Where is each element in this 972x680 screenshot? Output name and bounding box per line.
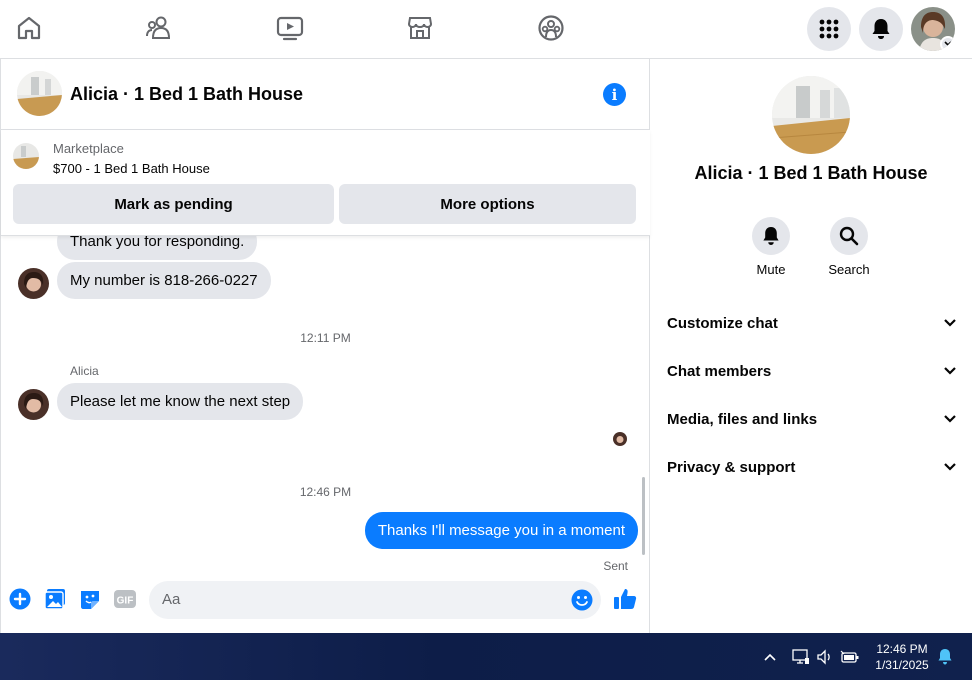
emoji-icon[interactable] xyxy=(570,588,594,612)
chevron-up-icon[interactable] xyxy=(761,648,779,666)
section-label: Customize chat xyxy=(667,314,778,332)
chevron-down-icon xyxy=(944,415,956,423)
volume-icon[interactable] xyxy=(816,648,834,666)
chat-members-row[interactable]: Chat members xyxy=(667,359,957,383)
chevron-down-icon xyxy=(944,463,956,471)
photo-icon[interactable] xyxy=(43,587,67,611)
mute-bell-icon[interactable] xyxy=(752,217,790,255)
listing-photo[interactable] xyxy=(17,71,62,116)
customize-chat-row[interactable]: Customize chat xyxy=(667,311,957,335)
seen-receipt-avatar xyxy=(613,432,627,446)
message-bubble-incoming[interactable]: My number is 818-266-0227 xyxy=(57,262,271,299)
message-input[interactable]: Aa xyxy=(149,581,601,619)
search-label: Search xyxy=(828,262,870,277)
chat-name: Alicia · 1 Bed 1 Bath House xyxy=(694,163,928,183)
listing-thumbnail[interactable] xyxy=(13,143,39,169)
message-timestamp: 12:11 PM xyxy=(300,331,351,345)
alicia-avatar[interactable] xyxy=(18,268,49,299)
battery-icon[interactable] xyxy=(840,648,860,666)
search-action[interactable]: Search xyxy=(819,217,879,277)
sent-status: Sent xyxy=(603,559,628,573)
chat-info-panel: Alicia · 1 Bed 1 Bath House Mute Search … xyxy=(650,59,972,633)
friends-icon[interactable] xyxy=(143,12,175,44)
gif-icon[interactable]: GIF xyxy=(113,587,137,611)
more-options-button[interactable]: More options xyxy=(339,184,636,224)
clock-time: 12:46 PM xyxy=(876,642,928,656)
section-label: Media, files and links xyxy=(667,410,818,428)
privacy-support-row[interactable]: Privacy & support xyxy=(667,455,957,479)
message-list: Thank you for responding. My number is 8… xyxy=(1,236,650,575)
marketplace-icon[interactable] xyxy=(404,12,436,44)
message-scrollbar[interactable] xyxy=(642,477,645,555)
profile-avatar[interactable] xyxy=(911,7,955,51)
home-icon[interactable] xyxy=(13,12,45,44)
system-clock[interactable]: 12:46 PM 1/31/2025 xyxy=(866,641,938,673)
alicia-avatar[interactable] xyxy=(18,389,49,420)
watch-icon[interactable] xyxy=(274,12,306,44)
listing-photo-large[interactable] xyxy=(772,76,850,154)
windows-taskbar: 12:46 PM 1/31/2025 xyxy=(0,633,972,680)
add-plus-icon[interactable] xyxy=(8,587,32,611)
svg-text:GIF: GIF xyxy=(117,596,134,607)
chat-header: Alicia · 1 Bed 1 Bath House i xyxy=(1,59,650,130)
message-bubble-incoming[interactable]: Thank you for responding. xyxy=(57,236,258,260)
notification-center-icon[interactable] xyxy=(936,648,954,666)
marketplace-label: Marketplace xyxy=(53,141,124,156)
network-icon[interactable] xyxy=(792,648,810,666)
message-bubble-outgoing[interactable]: Thanks I'll message you in a moment xyxy=(364,512,638,549)
section-label: Privacy & support xyxy=(667,458,796,476)
message-timestamp: 12:46 PM xyxy=(299,485,352,499)
info-icon[interactable]: i xyxy=(603,83,626,106)
section-label: Chat members xyxy=(667,362,772,380)
menu-grid-icon[interactable] xyxy=(807,7,851,51)
clock-date: 1/31/2025 xyxy=(875,658,929,672)
listing-price[interactable]: $700 - 1 Bed 1 Bath House xyxy=(53,161,210,176)
chevron-down-icon xyxy=(944,319,956,327)
media-files-links-row[interactable]: Media, files and links xyxy=(667,407,957,431)
sticker-icon[interactable] xyxy=(78,587,102,611)
chat-panel: Alicia · 1 Bed 1 Bath House i Marketplac… xyxy=(0,59,650,633)
sender-name: Alicia xyxy=(70,364,99,378)
marketplace-card: Marketplace $700 - 1 Bed 1 Bath House Ma… xyxy=(1,130,650,236)
top-navigation xyxy=(0,0,972,59)
mark-as-pending-button[interactable]: Mark as pending xyxy=(13,184,334,224)
message-bubble-incoming[interactable]: Please let me know the next step xyxy=(57,383,304,420)
search-icon[interactable] xyxy=(830,217,868,255)
notifications-bell-icon[interactable] xyxy=(859,7,903,51)
composer: GIF Aa xyxy=(1,575,650,633)
chevron-down-icon xyxy=(944,367,956,375)
mute-label: Mute xyxy=(756,262,786,277)
thumbs-up-icon[interactable] xyxy=(613,587,637,611)
groups-icon[interactable] xyxy=(535,12,567,44)
chat-title[interactable]: Alicia · 1 Bed 1 Bath House xyxy=(70,84,303,105)
chevron-down-icon xyxy=(940,36,955,51)
mute-action[interactable]: Mute xyxy=(741,217,801,277)
